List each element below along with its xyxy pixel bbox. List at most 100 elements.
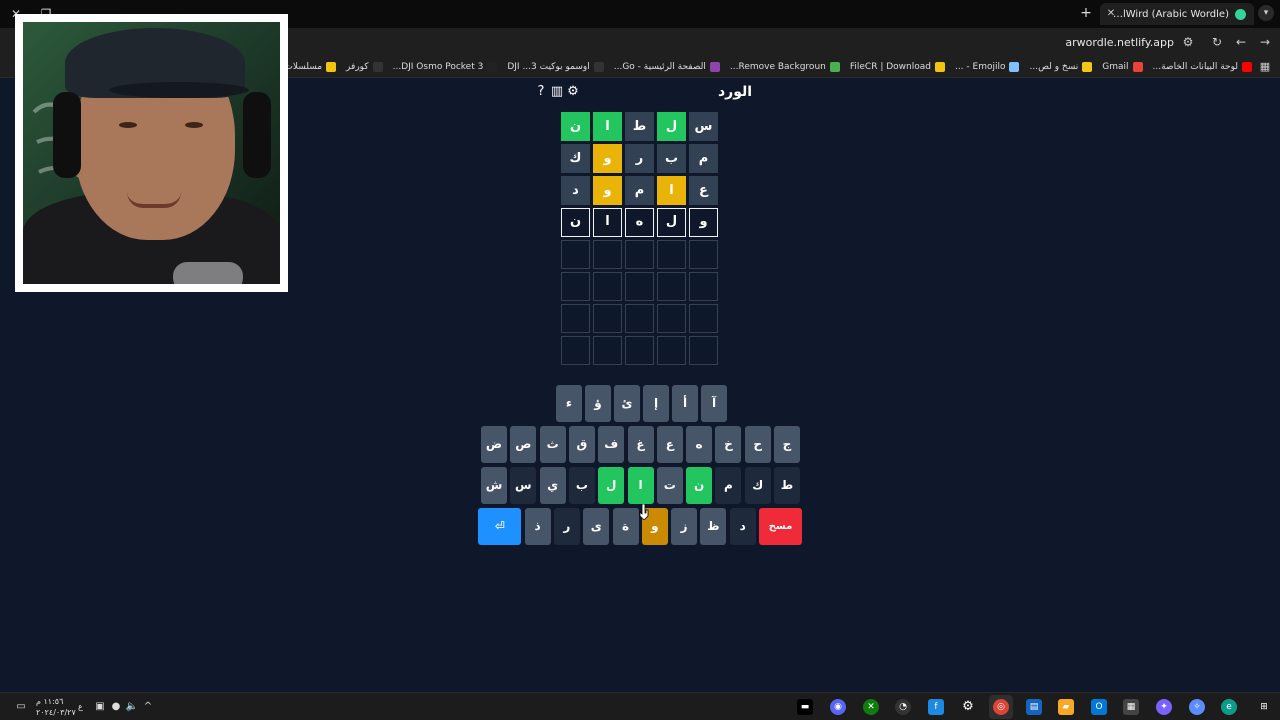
board-row: سلطان bbox=[560, 112, 720, 142]
forward-icon[interactable]: ← bbox=[1233, 34, 1249, 50]
keyboard-key[interactable]: ف bbox=[598, 426, 625, 463]
headphone-left-icon bbox=[53, 92, 81, 178]
keyboard-key[interactable]: ة bbox=[612, 508, 639, 545]
tab-arwordle[interactable]: AlWird (Arabic Wordle) - الورد ✕ bbox=[1100, 3, 1254, 25]
board-tile: م bbox=[689, 144, 718, 173]
keyboard-key[interactable]: ذ bbox=[524, 508, 551, 545]
keyboard-key[interactable]: ا bbox=[627, 467, 654, 504]
freelancer-app-icon[interactable]: f bbox=[928, 699, 944, 715]
keyboard-key[interactable]: ث bbox=[539, 426, 566, 463]
outlook-app-icon[interactable]: O bbox=[1091, 699, 1107, 715]
board-tile: ا bbox=[657, 176, 686, 205]
bookmark-item[interactable]: FileCR | Download bbox=[849, 61, 945, 72]
keyboard-key[interactable]: ي bbox=[539, 467, 566, 504]
delete-key[interactable]: مسح bbox=[759, 508, 802, 545]
keyboard-key[interactable]: ظ bbox=[700, 508, 727, 545]
board-tile: ب bbox=[657, 144, 686, 173]
address-bar[interactable]: arwordle.netlify.app bbox=[1065, 36, 1174, 49]
keyboard-key[interactable]: ئ bbox=[614, 385, 640, 422]
input-language[interactable]: ع bbox=[78, 702, 83, 711]
mic-tray-icon[interactable]: ● bbox=[109, 700, 123, 714]
keyboard-key[interactable]: د bbox=[729, 508, 756, 545]
keyboard-key[interactable]: أ bbox=[672, 385, 698, 422]
obs-app-icon[interactable]: ◔ bbox=[895, 699, 911, 715]
bookmark-item[interactable]: اوسمو بوكيت 3... DJI bbox=[507, 61, 604, 72]
terminal-app-icon[interactable]: ▬ bbox=[797, 699, 813, 715]
chevron-up-icon[interactable]: ^ bbox=[141, 700, 155, 714]
keyboard-key[interactable]: ج bbox=[774, 426, 800, 463]
keyboard-key[interactable]: ع bbox=[656, 426, 683, 463]
site-favicon-icon bbox=[1235, 8, 1246, 20]
keyboard-key[interactable]: ل bbox=[598, 467, 625, 504]
keyboard-key[interactable]: آ bbox=[701, 385, 727, 422]
tab-title: AlWird (Arabic Wordle) - الورد bbox=[1108, 8, 1229, 20]
reload-icon[interactable]: ↻ bbox=[1209, 34, 1225, 50]
bookmark-item[interactable]: نسخ و لص... bbox=[1029, 61, 1093, 72]
xbox-app-icon[interactable]: ✕ bbox=[863, 699, 879, 715]
site-settings-icon[interactable]: ⚙ bbox=[1180, 34, 1196, 50]
keyboard-key[interactable]: ش bbox=[481, 467, 507, 504]
close-tab-icon[interactable]: ✕ bbox=[1104, 7, 1118, 21]
keyboard-key[interactable]: ز bbox=[671, 508, 698, 545]
bookmark-item[interactable]: DJI Osmo Pocket 3... bbox=[392, 61, 498, 72]
keyboard-key[interactable]: س bbox=[510, 467, 537, 504]
bookmark-label: Gmail bbox=[1102, 61, 1129, 72]
taskbar-date: ٢٠٢٤/٠٣/٢٧ bbox=[36, 708, 76, 717]
calendar-app-icon[interactable]: ▤ bbox=[1026, 699, 1042, 715]
bookmark-item[interactable]: Emojilo - ... bbox=[955, 61, 1020, 72]
bookmark-favicon-icon bbox=[1242, 61, 1252, 72]
settings-app-icon[interactable]: ⚙ bbox=[960, 699, 976, 715]
new-tab-icon[interactable]: + bbox=[1078, 5, 1094, 21]
keyboard-key[interactable]: ض bbox=[481, 426, 507, 463]
copilot-alt-icon[interactable]: ✧ bbox=[1189, 699, 1205, 715]
keyboard-key[interactable]: ح bbox=[744, 426, 771, 463]
keyboard-key[interactable]: ت bbox=[656, 467, 683, 504]
keyboard-key[interactable]: ه bbox=[686, 426, 713, 463]
chevron-down-icon[interactable]: ▾ bbox=[1258, 5, 1274, 21]
board-tile: و bbox=[593, 176, 622, 205]
volume-icon[interactable]: 🔈 bbox=[125, 700, 139, 714]
board-tile bbox=[625, 240, 654, 269]
discord-app-icon[interactable]: ◉ bbox=[830, 699, 846, 715]
bookmark-item[interactable]: Remove Backgroun... bbox=[730, 61, 840, 72]
start-menu-icon[interactable]: ⊞ bbox=[1256, 699, 1272, 715]
board-tile: س bbox=[689, 112, 718, 141]
network-icon[interactable]: ▣ bbox=[93, 700, 107, 714]
board-tile: ا bbox=[593, 208, 622, 237]
board-tile bbox=[657, 304, 686, 333]
keyboard-key[interactable]: ر bbox=[553, 508, 580, 545]
keyboard-key[interactable]: غ bbox=[627, 426, 654, 463]
keyboard-key[interactable]: إ bbox=[643, 385, 669, 422]
keyboard-key[interactable]: ق bbox=[568, 426, 595, 463]
keyboard-key[interactable]: خ bbox=[715, 426, 742, 463]
chrome-app-icon[interactable]: ◎ bbox=[993, 699, 1009, 715]
keyboard-key[interactable]: ط bbox=[774, 467, 800, 504]
microphone-icon bbox=[173, 262, 243, 284]
keyboard-key[interactable]: ى bbox=[583, 508, 610, 545]
keyboard-key[interactable]: ن bbox=[686, 467, 713, 504]
keyboard-key[interactable]: ؤ bbox=[585, 385, 611, 422]
bookmark-item[interactable]: لوحة البيانات الخاصة... bbox=[1153, 61, 1252, 72]
edge-app-icon[interactable]: e bbox=[1221, 699, 1237, 715]
keyboard-key[interactable]: م bbox=[715, 467, 742, 504]
bookmark-item[interactable]: Gmail bbox=[1102, 61, 1143, 72]
keyboard-key[interactable]: ص bbox=[510, 426, 537, 463]
bookmark-item[interactable]: الصفحة الرئيسية - Go... bbox=[614, 61, 720, 72]
help-icon[interactable]: ? bbox=[534, 85, 548, 99]
back-icon[interactable]: → bbox=[1257, 34, 1273, 50]
keyboard-key[interactable]: ب bbox=[568, 467, 595, 504]
file-explorer-icon[interactable]: ▰ bbox=[1058, 699, 1074, 715]
bookmark-label: FileCR | Download bbox=[849, 61, 931, 72]
store-app-icon[interactable]: ▦ bbox=[1123, 699, 1139, 715]
keyboard-key[interactable]: ك bbox=[744, 467, 771, 504]
stats-icon[interactable]: ▥ bbox=[550, 85, 564, 99]
copilot-app-icon[interactable]: ✦ bbox=[1156, 699, 1172, 715]
notifications-icon[interactable]: ▭ bbox=[14, 700, 28, 714]
bookmark-item[interactable]: كورفر bbox=[346, 61, 383, 72]
settings-gear-icon[interactable]: ⚙ bbox=[566, 85, 580, 99]
board-tile bbox=[689, 304, 718, 333]
keyboard-key[interactable]: ء bbox=[556, 385, 582, 422]
bookmark-label: DJI Osmo Pocket 3... bbox=[392, 61, 484, 72]
apps-grid-icon[interactable]: ▦ bbox=[1258, 60, 1272, 74]
enter-key[interactable]: ⏎ bbox=[478, 508, 522, 545]
